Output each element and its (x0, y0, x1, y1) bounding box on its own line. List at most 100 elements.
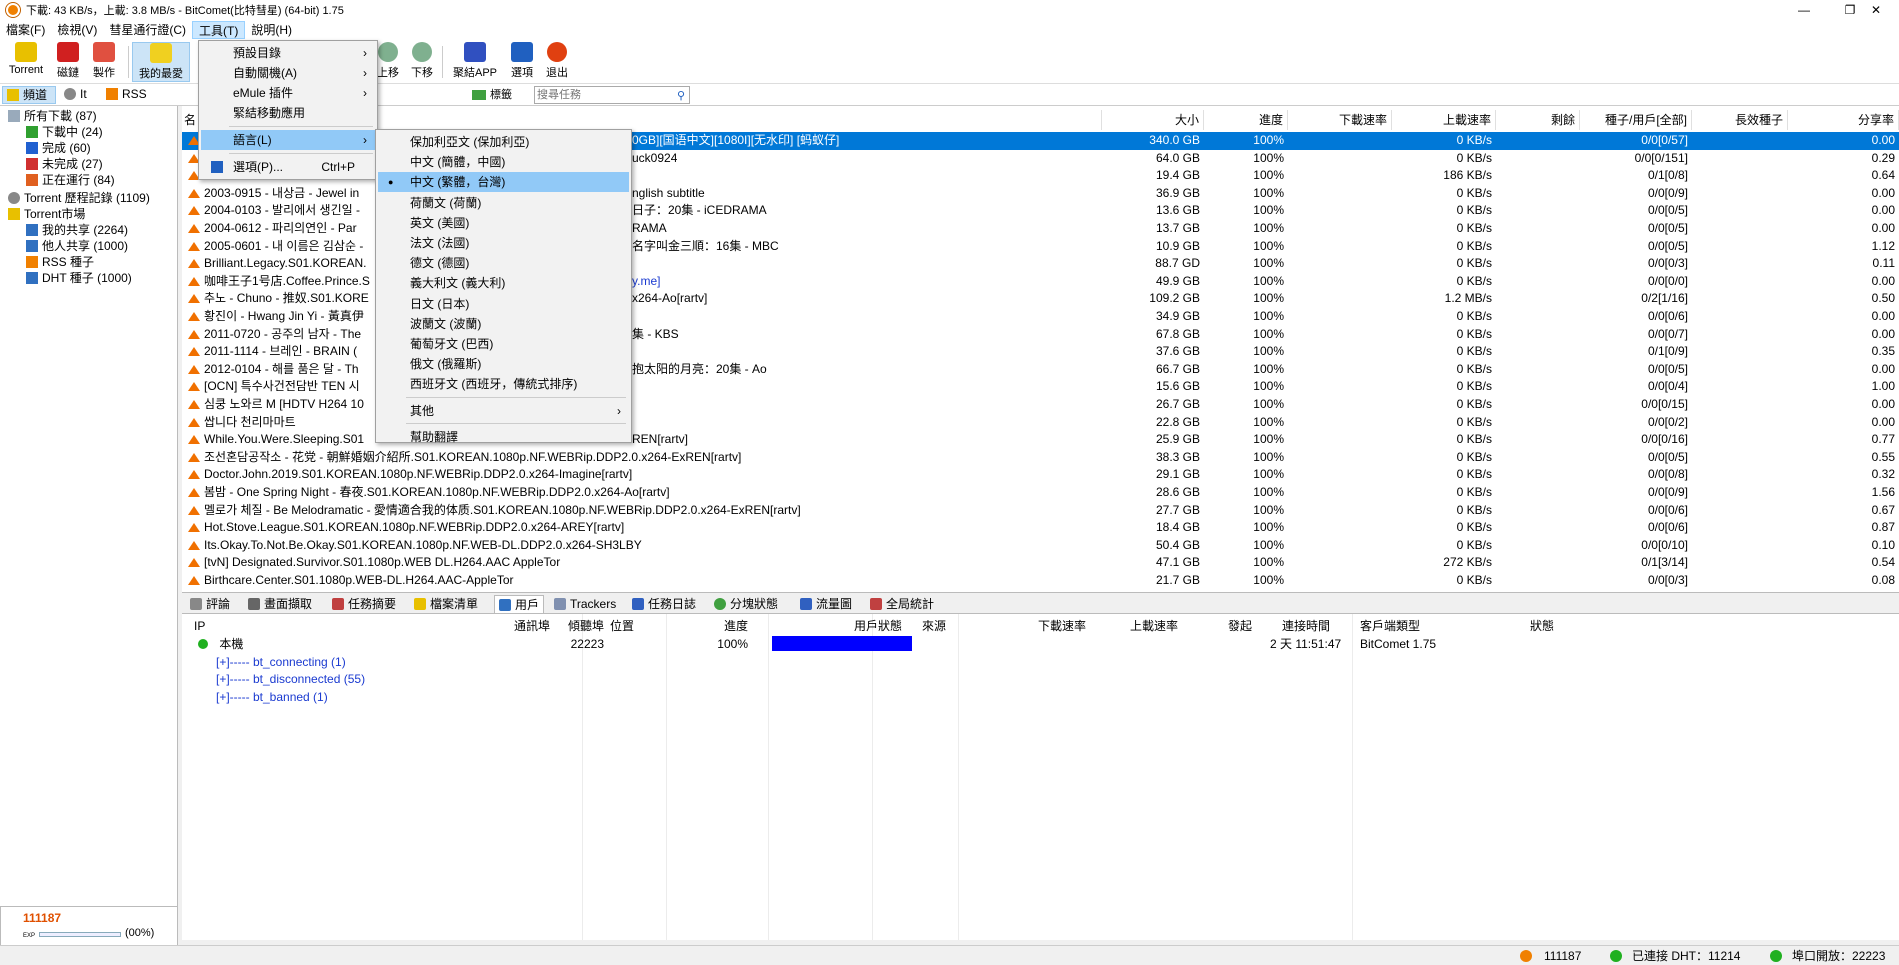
tag-button[interactable]: 標籤 (470, 87, 520, 103)
search-icon[interactable]: ⚲ (677, 89, 685, 102)
column-header-download-rate[interactable]: 下載速率 (1288, 110, 1392, 130)
tab-piece-status[interactable]: 分塊狀態 (710, 595, 782, 613)
column-header-remaining[interactable]: 剩餘 (1496, 110, 1580, 130)
table-row[interactable]: [tvN] Designated.Survivor.S01.1080p.WEB … (182, 554, 1899, 572)
table-row[interactable]: Hot.Stove.League.S01.KOREAN.1080p.NF.WEB… (182, 519, 1899, 537)
sidebar-item-downloading[interactable]: 下載中 (24) (26, 124, 103, 140)
language-item[interactable]: 波蘭文 (波蘭) (378, 314, 629, 334)
tab-file-list[interactable]: 檔案清單 (410, 595, 482, 613)
magnet-button[interactable]: 磁鏈 (52, 42, 84, 82)
upload-status-icon (188, 400, 200, 409)
menu-item-connect-mobile[interactable]: 緊結移動應用 (201, 103, 375, 123)
language-item[interactable]: 俄文 (俄羅斯) (378, 354, 629, 374)
language-item[interactable]: 葡萄牙文 (巴西) (378, 334, 629, 354)
menu-file[interactable]: 檔案(F) (0, 21, 51, 39)
tab-comments[interactable]: 評論 (186, 595, 234, 613)
table-row[interactable]: 조선혼담공작소 - 花党 - 朝鮮婚姻介紹所.S01.KOREAN.1080p.… (182, 449, 1899, 467)
language-item[interactable]: 法文 (法國) (378, 233, 629, 253)
peer-header-client[interactable]: 客戶端類型 (1360, 618, 1420, 634)
column-header-share-ratio[interactable]: 分享率 (1788, 110, 1899, 130)
menu-help[interactable]: 說明(H) (245, 21, 298, 39)
menu-item-default-dir[interactable]: 預設目錄 › (201, 43, 375, 63)
sidebar-item-all-downloads[interactable]: 所有下載 (87) (8, 108, 97, 124)
language-item[interactable]: 荷蘭文 (荷蘭) (378, 193, 629, 213)
peer-row-local[interactable]: 本機 (198, 636, 243, 652)
menu-item-emule-plugin[interactable]: eMule 插件 › (201, 83, 375, 103)
tab-task-log[interactable]: 任務日誌 (628, 595, 700, 613)
table-row[interactable]: 봄밤 - One Spring Night - 春夜.S01.KOREAN.10… (182, 484, 1899, 502)
torrent-button[interactable]: Torrent (2, 42, 50, 82)
language-item[interactable]: 日文 (日本) (378, 294, 629, 314)
rss-icon (26, 256, 38, 268)
menu-item-auto-shutdown[interactable]: 自動關機(A) › (201, 63, 375, 83)
sidebar-item-others-shares[interactable]: 他人共享 (1000) (26, 238, 128, 254)
tab-global-stats[interactable]: 全局統計 (866, 595, 938, 613)
peer-header-initiated[interactable]: 發起 (1224, 618, 1252, 634)
peer-group-banned[interactable]: [+]----- bt_banned (1) (216, 689, 328, 705)
peer-header-source[interactable]: 來源 (922, 618, 946, 634)
language-item[interactable]: ● 中文 (繁體，台灣) (378, 172, 629, 193)
menu-item-options[interactable]: 選項(P)... Ctrl+P (201, 157, 375, 177)
sidebar-item-rss-seeds[interactable]: RSS 種子 (26, 254, 94, 270)
exit-button[interactable]: 退出 (542, 42, 572, 82)
tab-channels[interactable]: 頻道 (2, 86, 56, 104)
language-item[interactable]: 英文 (美國) (378, 213, 629, 233)
peer-header-peer-state[interactable]: 用戶狀態 (842, 618, 902, 634)
peer-header-location[interactable]: 位置 (610, 618, 634, 634)
peer-header-upload-rate[interactable]: 上載速率 (1126, 618, 1178, 634)
tab-summary[interactable]: 任務摘要 (328, 595, 400, 613)
peer-header-status[interactable]: 狀態 (1530, 618, 1554, 634)
column-header-upload-rate[interactable]: 上載速率 (1392, 110, 1496, 130)
options-button[interactable]: 選項 (508, 42, 536, 82)
language-item[interactable]: 保加利亞文 (保加利亞) (378, 132, 629, 152)
sidebar-item-running[interactable]: 正在運行 (84) (26, 172, 115, 188)
peer-header-listen-port[interactable]: 傾聽埠 (554, 618, 604, 634)
tab-traffic-graph[interactable]: 流量圖 (796, 595, 856, 613)
move-up-button[interactable]: 上移 (376, 42, 400, 82)
sidebar-item-history[interactable]: Torrent 歷程記錄 (1109) (8, 190, 150, 206)
table-row[interactable]: 멜로가 체질 - Be Melodramatic - 愛情適合我的体质.S01.… (182, 502, 1899, 520)
column-header-progress[interactable]: 進度 (1204, 110, 1288, 130)
peer-header-download-rate[interactable]: 下載速率 (1034, 618, 1086, 634)
move-down-button[interactable]: 下移 (408, 42, 436, 82)
tab-peers[interactable]: 用戶 (494, 595, 545, 613)
peer-header-connect-time[interactable]: 連接時間 (1270, 618, 1330, 634)
connect-app-button[interactable]: 聚結APP (450, 42, 500, 82)
peer-header-port[interactable]: 通訊埠 (492, 618, 550, 634)
sidebar-item-dht-seeds[interactable]: DHT 種子 (1000) (26, 270, 132, 286)
language-item[interactable]: 西班牙文 (西班牙，傳統式排序) (378, 374, 629, 394)
column-header-size[interactable]: 大小 (1102, 110, 1204, 130)
column-header-seeds-peers[interactable]: 種子/用戶[全部] (1580, 110, 1692, 130)
sidebar-item-completed[interactable]: 完成 (60) (26, 140, 91, 156)
tab-rss[interactable]: RSS (102, 86, 150, 104)
menu-item-language[interactable]: 語言(L) › (201, 130, 375, 150)
menu-tools[interactable]: 工具(T) (192, 21, 246, 39)
sidebar-item-incomplete[interactable]: 未完成 (27) (26, 156, 103, 172)
tab-screenshots[interactable]: 畫面擷取 (244, 595, 316, 613)
minimize-button[interactable]: — (1781, 0, 1827, 20)
make-torrent-button[interactable]: 製作 (88, 42, 120, 82)
peer-group-disconnected[interactable]: [+]----- bt_disconnected (55) (216, 671, 365, 687)
sidebar-item-torrent-market[interactable]: Torrent市場 (8, 206, 85, 222)
language-item[interactable]: 德文 (德國) (378, 253, 629, 273)
table-row[interactable]: Birthcare.Center.S01.1080p.WEB-DL.H264.A… (182, 572, 1899, 590)
language-item[interactable]: 其他 › (378, 401, 629, 421)
favorites-button[interactable]: 我的最愛 (132, 42, 190, 82)
peer-header-progress[interactable]: 進度 (702, 618, 748, 634)
menu-comet-pass[interactable]: 彗星通行證(C) (103, 21, 192, 39)
close-button[interactable]: ✕ (1853, 0, 1899, 20)
table-row[interactable]: Its.Okay.To.Not.Be.Okay.S01.KOREAN.1080p… (182, 537, 1899, 555)
tab-it[interactable]: It (62, 86, 96, 104)
language-item[interactable]: 中文 (簡體，中國) (378, 152, 629, 172)
menu-view[interactable]: 檢視(V) (51, 21, 103, 39)
sidebar-item-my-shares[interactable]: 我的共享 (2264) (26, 222, 128, 238)
tab-trackers[interactable]: Trackers (550, 595, 620, 613)
search-input[interactable] (535, 87, 665, 103)
peer-header-ip[interactable]: IP (194, 618, 205, 634)
language-item[interactable]: 義大利文 (義大利) (378, 273, 629, 293)
column-header-long-term-seeds[interactable]: 長效種子 (1692, 110, 1788, 130)
table-row[interactable]: Doctor.John.2019.S01.KOREAN.1080p.NF.WEB… (182, 466, 1899, 484)
peer-group-connecting[interactable]: [+]----- bt_connecting (1) (216, 654, 346, 670)
language-item[interactable]: 幫助翻譯 (378, 427, 629, 447)
search-box[interactable]: ⚲ (534, 86, 690, 104)
